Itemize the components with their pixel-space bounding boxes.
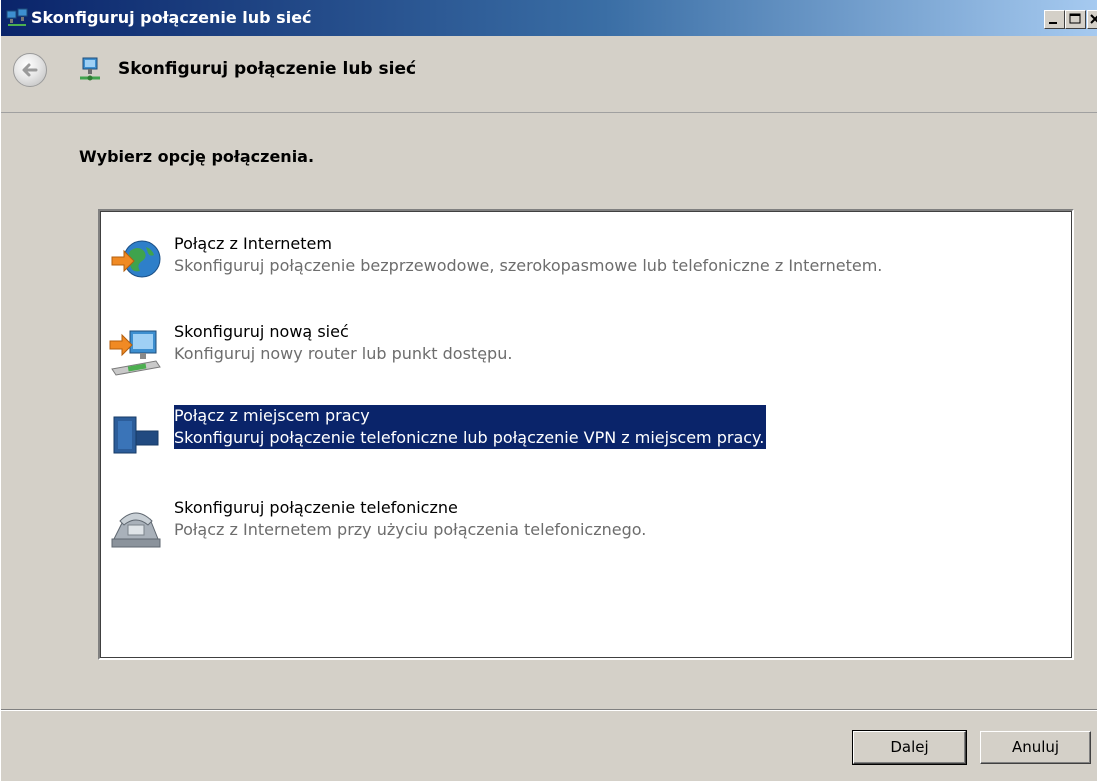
title-bar[interactable]: Skonfiguruj połączenie lub sieć [1,0,1097,36]
connection-wizard-window: Skonfiguruj połączenie lub sieć Skonfigu… [0,0,1097,781]
option-description: Połącz z Internetem przy użyciu połączen… [174,520,647,539]
page-title: Skonfiguruj połączenie lub sieć [118,59,417,79]
option-title: Skonfiguruj połączenie telefoniczne [174,498,458,517]
footer-separator [1,709,1097,711]
close-button[interactable] [1087,10,1097,29]
minimize-button[interactable] [1044,10,1065,29]
option-title: Połącz z miejscem pracy [174,406,370,425]
close-icon [1090,14,1097,24]
option-text: Skonfiguruj nową sieć Konfiguruj nowy ro… [174,321,512,365]
option-text: Skonfiguruj połączenie telefoniczne Połą… [174,497,646,541]
connection-options-list[interactable]: Połącz z Internetem Skonfiguruj połączen… [98,209,1074,660]
option-dialup[interactable]: Skonfiguruj połączenie telefoniczne Połą… [106,497,1066,555]
network-router-icon [109,330,161,376]
back-arrow-icon [22,63,38,77]
next-button[interactable]: Dalej [852,730,967,765]
option-description: Konfiguruj nowy router lub punkt dostępu… [174,344,513,363]
option-title: Skonfiguruj nową sieć [174,322,349,341]
maximize-button[interactable] [1065,10,1086,29]
workplace-building-icon [113,416,159,454]
option-description: Skonfiguruj połączenie bezprzewodowe, sz… [174,256,883,275]
window-title: Skonfiguruj połączenie lub sieć [31,8,312,27]
globe-arrow-icon [111,240,161,278]
option-connect-internet[interactable]: Połącz z Internetem Skonfiguruj połączen… [106,233,1066,291]
telephone-icon [111,512,161,548]
option-title: Połącz z Internetem [174,234,332,253]
cancel-button[interactable]: Anuluj [980,731,1091,764]
wizard-header: Skonfiguruj połączenie lub sieć [1,36,1097,113]
wizard-content: Wybierz opcję połączenia. Połącz z Inter… [1,113,1097,699]
option-new-network[interactable]: Skonfiguruj nową sieć Konfiguruj nowy ro… [106,321,1066,379]
option-text: Połącz z Internetem Skonfiguruj połączen… [174,233,882,277]
network-computers-icon [6,8,28,26]
option-workplace[interactable]: Połącz z miejscem pracy Skonfiguruj połą… [106,405,1066,463]
option-text: Połącz z miejscem pracy Skonfiguruj połą… [174,405,767,449]
instruction-heading: Wybierz opcję połączenia. [79,147,315,166]
network-connection-icon [80,57,100,81]
maximize-icon [1069,13,1081,24]
back-button[interactable] [13,53,47,87]
option-description: Skonfiguruj połączenie telefoniczne lub … [174,428,765,447]
minimize-icon [1049,22,1057,24]
